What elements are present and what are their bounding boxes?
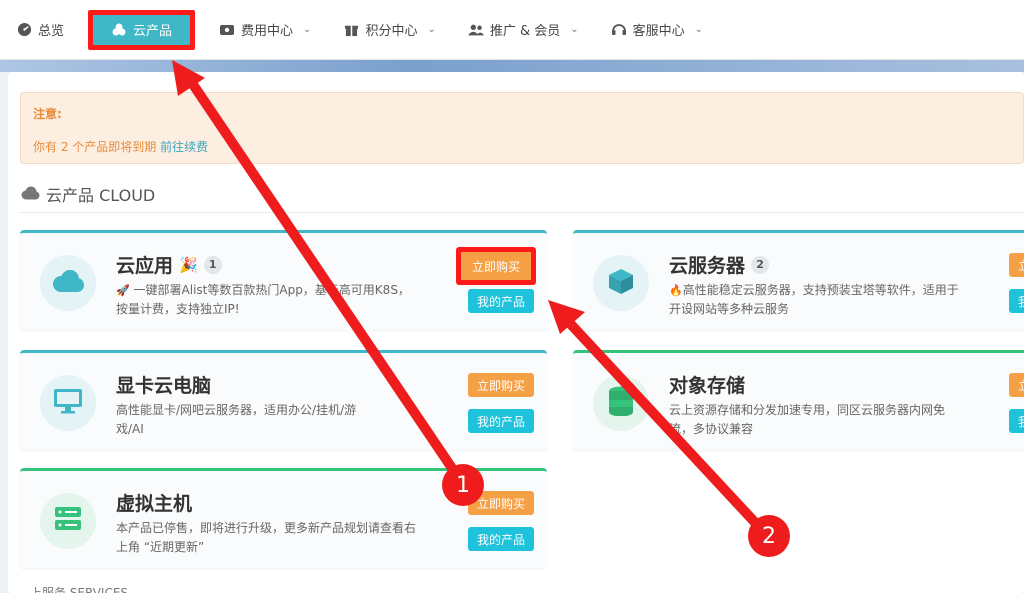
card-description: 本产品已停售，即将进行升级，更多新产品规划请查看右 上角 “近期更新” bbox=[116, 519, 416, 557]
my-products-button[interactable]: 我的产品 bbox=[468, 409, 534, 433]
section-divider bbox=[20, 212, 1024, 213]
card-icon-wrap bbox=[40, 255, 96, 311]
card-desc-line2: 按量计费，支持独立IP! bbox=[116, 302, 240, 316]
card-desc-line2: 流，多协议兼容 bbox=[669, 422, 754, 436]
card-desc-line1: 高性能稳定云服务器，支持预装宝塔等软件，适用于 bbox=[682, 283, 959, 297]
party-popper-icon: 🎉 bbox=[179, 255, 198, 274]
card-title-text: 显卡云电脑 bbox=[116, 375, 212, 397]
card-desc-line2: 戏/AI bbox=[116, 422, 144, 436]
wallet-icon bbox=[219, 22, 235, 38]
card-title: 对象存储 bbox=[669, 371, 745, 398]
card-title: 显卡云电脑 bbox=[116, 371, 211, 398]
card-title-text: 云应用 bbox=[116, 255, 174, 277]
next-section-title: 上服务 SERVICES bbox=[30, 586, 129, 593]
notice-message: 你有 2 个产品即将到期 bbox=[33, 140, 157, 154]
header-background-band bbox=[0, 60, 1024, 72]
nav-affiliate[interactable]: 推广 & 会员 ⌄ bbox=[452, 0, 595, 60]
card-description: 高性能显卡/网吧云服务器，适用办公/挂机/游 戏/AI bbox=[116, 401, 356, 439]
card-icon-wrap bbox=[593, 255, 649, 311]
card-description: 🚀 一键部署Alist等数百款热门App，基于高可用K8S， 按量计费，支持独立… bbox=[116, 281, 410, 319]
notice-title: 注意: bbox=[33, 107, 62, 121]
fire-icon: 🔥 bbox=[669, 284, 683, 297]
card-title-text: 云服务器 bbox=[669, 255, 746, 277]
gift-icon bbox=[343, 22, 359, 38]
chevron-down-icon: ⌄ bbox=[694, 24, 704, 35]
count-badge: 1 bbox=[203, 255, 222, 274]
buy-now-button[interactable]: 立 bbox=[1009, 373, 1024, 397]
buy-now-button[interactable]: 立即购买 bbox=[456, 247, 536, 285]
chevron-down-icon: ⌄ bbox=[570, 24, 579, 35]
nav-cloud-products-label: 云产品 bbox=[133, 24, 173, 39]
card-title: 虚拟主机 bbox=[116, 489, 192, 516]
chevron-down-icon: ⌄ bbox=[427, 24, 436, 35]
step-marker-one: 1 bbox=[442, 464, 484, 506]
cloud-products-icon bbox=[111, 22, 127, 38]
cloud-icon bbox=[20, 185, 40, 204]
card-description: 云上资源存储和分发加速专用，同区云服务器内网免 流，多协议兼容 bbox=[669, 401, 945, 439]
server-icon bbox=[54, 506, 82, 536]
my-products-button[interactable]: 我的产品 bbox=[468, 289, 534, 313]
notice-text: 你有 2 个产品即将到期 前往续费 bbox=[33, 138, 1011, 155]
nav-points-label: 积分中心 bbox=[365, 24, 418, 39]
card-desc-line1: 一键部署Alist等数百款热门App，基于高可用K8S， bbox=[133, 283, 410, 297]
cube-icon bbox=[607, 267, 635, 299]
main-content: 注意: 你有 2 个产品即将到期 前往续费 云产品 CLOUD 云应用 🎉 1 … bbox=[8, 72, 1024, 593]
count-badge: 2 bbox=[751, 255, 770, 274]
section-title: 云产品 CLOUD bbox=[20, 182, 155, 206]
my-products-button[interactable]: 我 bbox=[1009, 409, 1024, 433]
card-icon-wrap bbox=[40, 375, 96, 431]
chevron-down-icon: ⌄ bbox=[303, 24, 312, 35]
card-icon-wrap bbox=[40, 493, 96, 549]
rocket-icon: 🚀 bbox=[116, 284, 130, 297]
card-title: 云应用 🎉 1 bbox=[116, 251, 222, 278]
card-title-text: 对象存储 bbox=[669, 375, 746, 397]
card-title: 云服务器 2 bbox=[669, 251, 770, 278]
users-icon bbox=[467, 22, 484, 38]
dashboard-icon bbox=[16, 22, 32, 38]
card-cloud-app: 云应用 🎉 1 🚀 一键部署Alist等数百款热门App，基于高可用K8S， 按… bbox=[20, 230, 547, 330]
nav-overview[interactable]: 总览 bbox=[0, 0, 80, 60]
monitor-icon bbox=[53, 388, 83, 418]
database-icon bbox=[608, 386, 634, 420]
card-cloud-server: 云服务器 2 🔥高性能稳定云服务器，支持预装宝塔等软件，适用于 开设网站等多种云… bbox=[573, 230, 1024, 330]
nav-points[interactable]: 积分中心 ⌄ bbox=[327, 0, 451, 60]
card-description: 🔥高性能稳定云服务器，支持预装宝塔等软件，适用于 开设网站等多种云服务 bbox=[669, 281, 959, 319]
renew-link[interactable]: 前往续费 bbox=[160, 140, 208, 154]
card-icon-wrap bbox=[593, 375, 649, 431]
section-title-text: 云产品 CLOUD bbox=[46, 186, 156, 205]
card-desc-line1: 云上资源存储和分发加速专用，同区云服务器内网免 bbox=[669, 403, 946, 417]
nav-overview-label: 总览 bbox=[38, 24, 65, 39]
cloud-icon bbox=[51, 269, 85, 297]
nav-billing[interactable]: 费用中心 ⌄ bbox=[203, 0, 327, 60]
card-gpu-cloud-pc: 显卡云电脑 高性能显卡/网吧云服务器，适用办公/挂机/游 戏/AI 立即购买 我… bbox=[20, 350, 547, 450]
nav-affiliate-label: 推广 & 会员 bbox=[489, 24, 561, 39]
my-products-button[interactable]: 我的产品 bbox=[468, 527, 534, 551]
my-products-button[interactable]: 我 bbox=[1009, 289, 1024, 313]
top-nav: 总览 云产品 费用中心 ⌄ 积分中心 ⌄ 推广 & 会员 ⌄ 客服中心 ⌄ bbox=[0, 0, 1024, 60]
card-desc-line2: 开设网站等多种云服务 bbox=[669, 302, 790, 316]
nav-support-label: 客服中心 bbox=[632, 24, 685, 39]
buy-now-button[interactable]: 立即购买 bbox=[468, 373, 534, 397]
page: 总览 云产品 费用中心 ⌄ 积分中心 ⌄ 推广 & 会员 ⌄ 客服中心 ⌄ 注意… bbox=[0, 0, 1024, 593]
card-object-storage: 对象存储 云上资源存储和分发加速专用，同区云服务器内网免 流，多协议兼容 立 我 bbox=[573, 350, 1024, 450]
step-marker-two: 2 bbox=[748, 515, 790, 557]
buy-now-button[interactable]: 立 bbox=[1009, 253, 1024, 277]
nav-support[interactable]: 客服中心 ⌄ bbox=[595, 0, 719, 60]
card-title-text: 虚拟主机 bbox=[116, 493, 193, 515]
card-desc-line1: 高性能显卡/网吧云服务器，适用办公/挂机/游 bbox=[116, 403, 357, 417]
card-desc-line1: 本产品已停售，即将进行升级，更多新产品规划请查看右 bbox=[116, 521, 417, 535]
headset-icon bbox=[611, 22, 627, 38]
card-desc-line2: 上角 “近期更新” bbox=[116, 540, 205, 554]
nav-cloud-products[interactable]: 云产品 bbox=[88, 9, 196, 50]
nav-billing-label: 费用中心 bbox=[241, 24, 294, 39]
expiry-notice: 注意: 你有 2 个产品即将到期 前往续费 bbox=[20, 92, 1024, 164]
